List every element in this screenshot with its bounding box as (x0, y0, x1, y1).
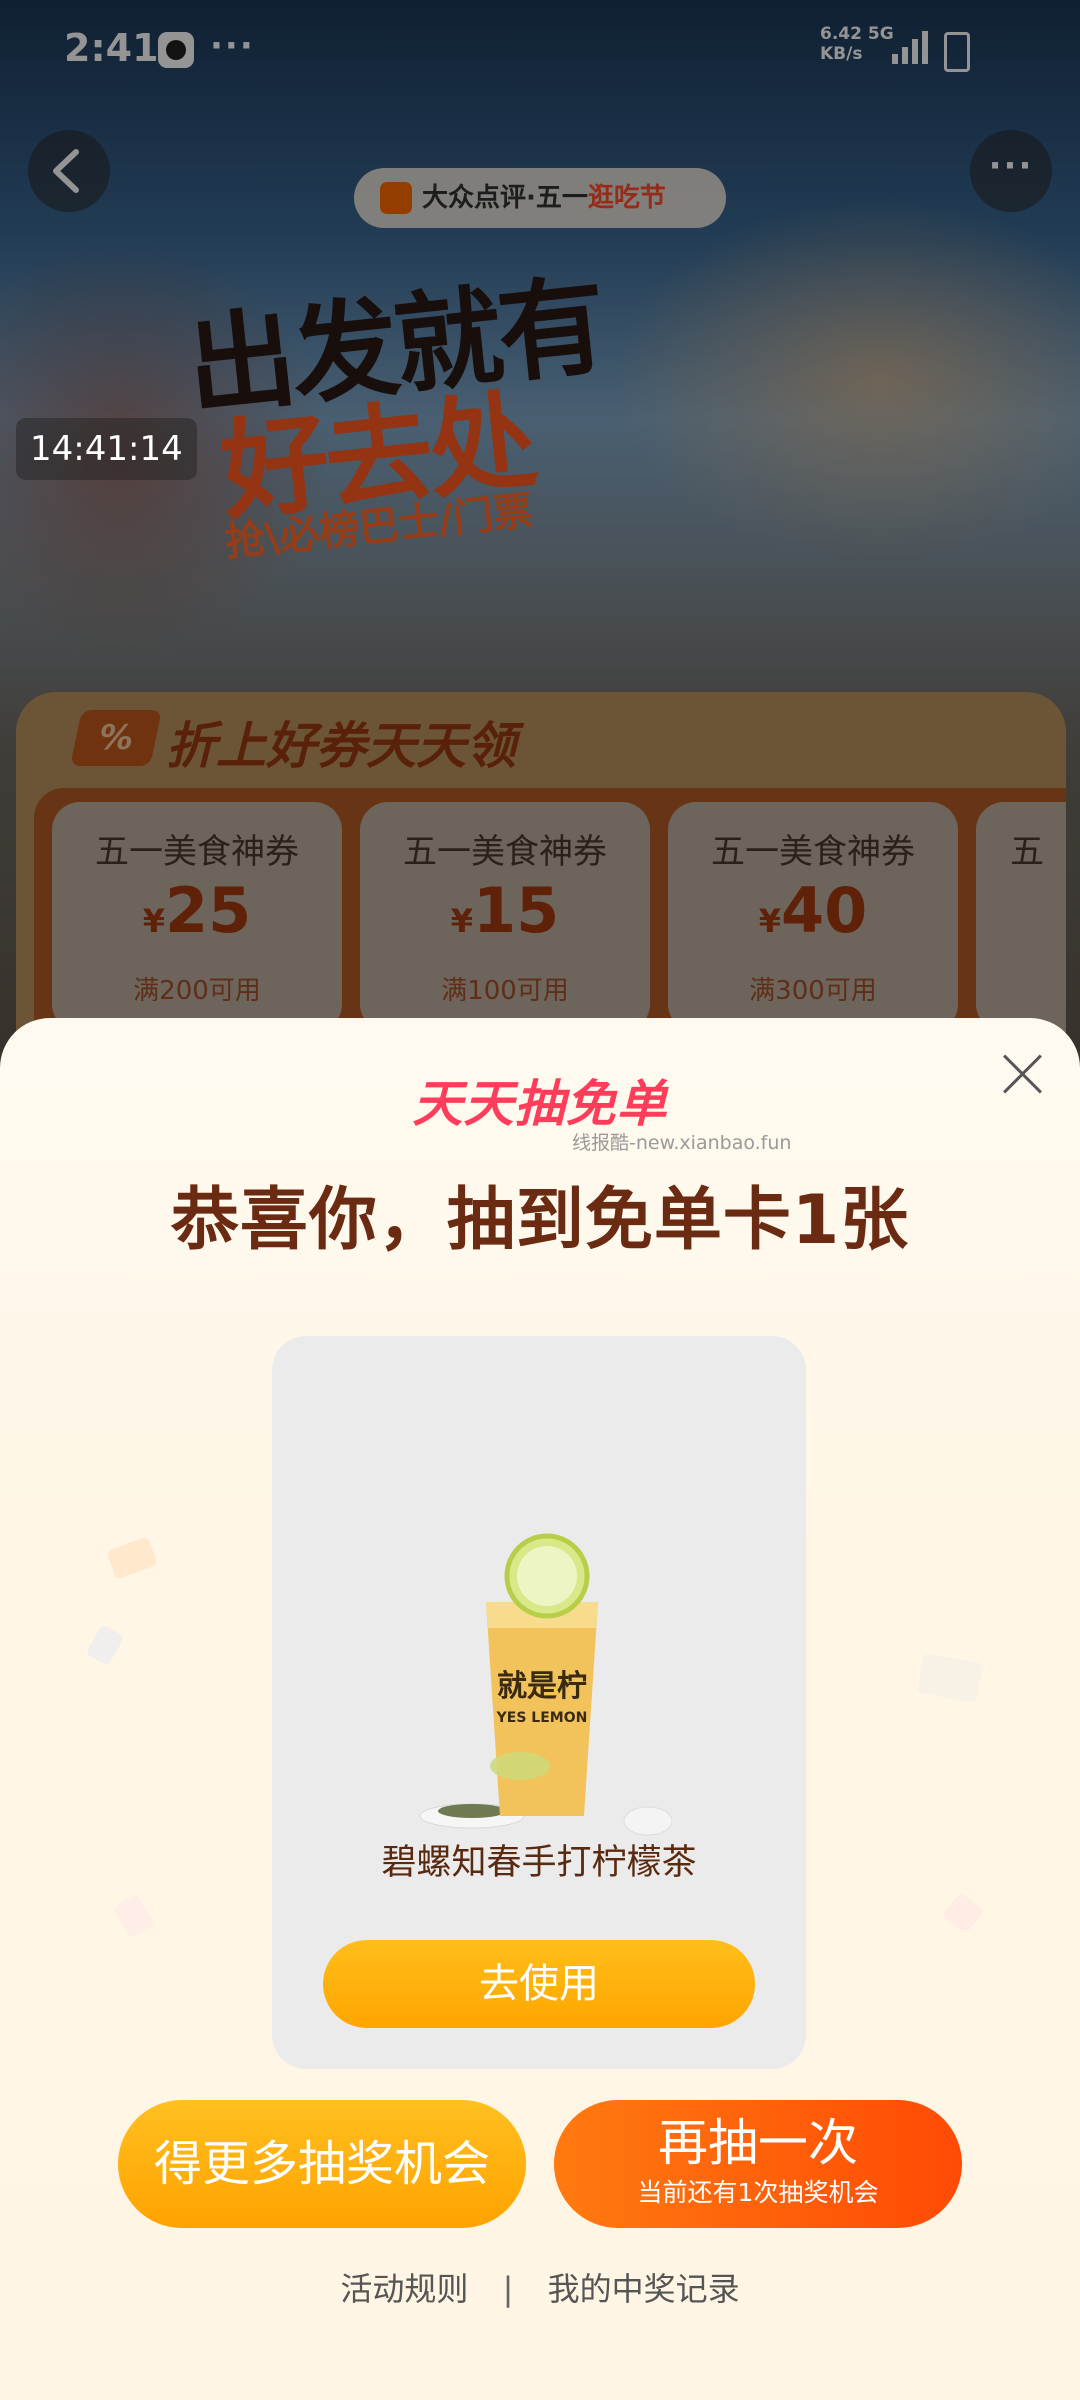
use-button[interactable]: 去使用 (323, 1940, 755, 2028)
floating-clock: 14:41:14 (16, 418, 197, 480)
modal-backdrop[interactable] (0, 0, 1080, 1100)
confetti-decoration (85, 1623, 125, 1667)
prize-card: 就是柠 YES LEMON 碧螺知春手打柠檬茶 去使用 (272, 1336, 806, 2069)
prize-records-link[interactable]: 我的中奖记录 (548, 2264, 740, 2310)
lemon-tea-product-image: 就是柠 YES LEMON (419, 1533, 672, 1836)
confetti-decoration (106, 1536, 158, 1580)
lottery-logo: 天天抽免单 (412, 1075, 668, 1133)
product-brand-cn: 就是柠 (497, 1669, 587, 1704)
watermark-text: 线报酷-new.xianbao.fun (572, 1132, 792, 1154)
footer-links: 活动规则 | 我的中奖记录 (0, 2264, 1080, 2310)
get-more-chances-button[interactable]: 得更多抽奖机会 (118, 2100, 526, 2228)
lottery-result-sheet: 天天抽免单 线报酷-new.xianbao.fun 恭喜你，抽到免单卡1张 就是… (0, 1018, 1080, 2400)
rules-link[interactable]: 活动规则 (340, 2264, 468, 2310)
remaining-chances-text: 当前还有1次抽奖机会 (637, 2178, 879, 2207)
prize-name: 碧螺知春手打柠檬茶 (381, 1843, 697, 1883)
draw-again-label: 再抽一次 (658, 2114, 858, 2172)
draw-again-button[interactable]: 再抽一次 当前还有1次抽奖机会 (554, 2100, 962, 2228)
confetti-decoration (112, 1893, 156, 1939)
product-brand-en: YES LEMON (496, 1710, 588, 1726)
result-title: 恭喜你，抽到免单卡1张 (170, 1181, 910, 1260)
footer-separator: | (502, 2270, 514, 2308)
confetti-decoration (941, 1891, 985, 1935)
confetti-decoration (916, 1653, 984, 1703)
